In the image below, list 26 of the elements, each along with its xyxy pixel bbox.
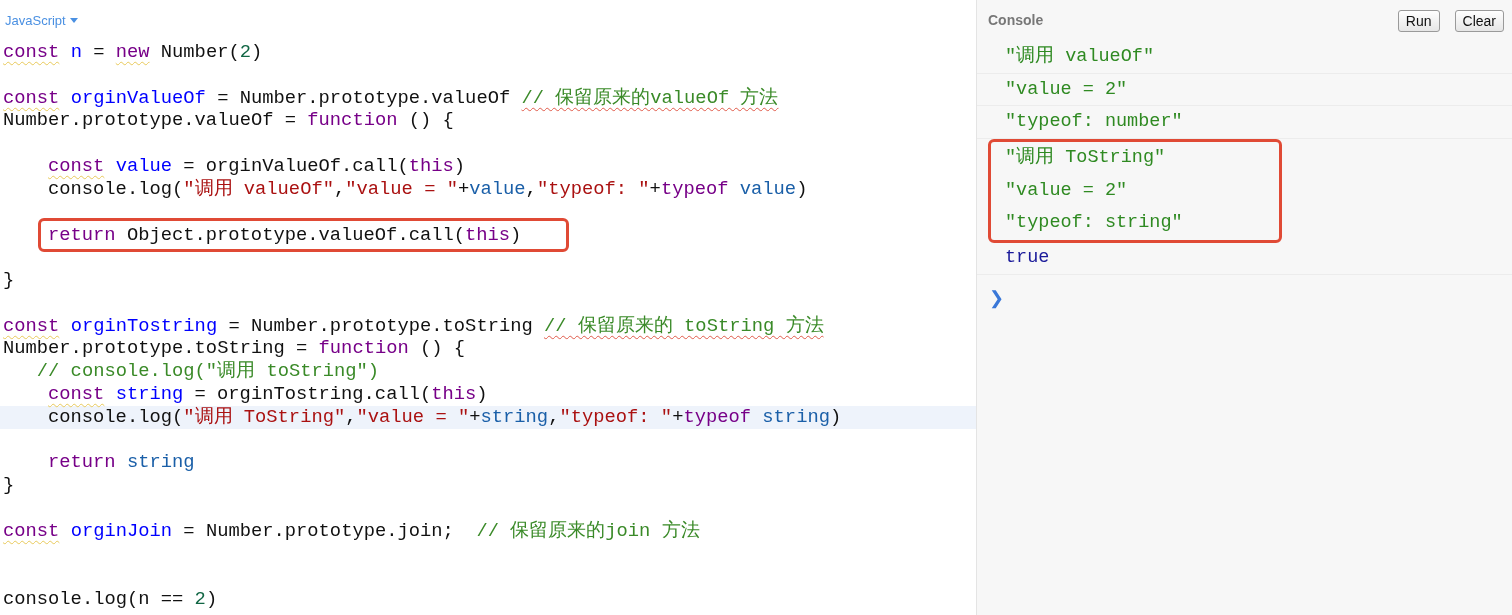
code-line: } — [2, 269, 16, 292]
console-button[interactable]: Clear — [1454, 9, 1504, 32]
code-line: // console.log("调用 toString") — [35, 360, 381, 383]
code-line: const n = new Number(2) — [2, 41, 264, 64]
code-line: console.log(n == 2) — [2, 588, 219, 611]
prompt-icon: ❯ — [989, 288, 1004, 309]
caret-icon — [69, 18, 78, 23]
code-line: } — [2, 474, 16, 497]
console-output: "typeof: number" — [1004, 110, 1183, 135]
console-title: Console — [988, 11, 1044, 30]
code-line: const orginValueOf = Number.prototype.valueOf // 保留原来的valueOf 方法 — [2, 86, 780, 110]
console-output: "value = 2" — [1004, 77, 1128, 102]
console-output: "value = 2" — [1004, 178, 1128, 203]
code-line: const value = orginValueOf.call(this) — [47, 155, 467, 178]
console-output: true — [1004, 246, 1050, 271]
console-output: "调用 ToString" — [1004, 146, 1166, 171]
code-line: console.log("调用 valueOf","value = "+value,"typeof: "+typeof value) — [47, 177, 809, 201]
console-output: "调用 valueOf" — [1004, 44, 1155, 69]
code-line: const string = orginTostring.call(this) — [47, 382, 489, 406]
code-line: return string — [47, 451, 196, 475]
code-line: const orginJoin = Number.prototype.join; // 保留原来的join 方法 — [2, 519, 701, 543]
code-line: const orginTostring = Number.prototype.toString // 保留原来的 toString 方法 — [2, 314, 825, 338]
console-button[interactable]: Run — [1397, 9, 1440, 32]
console-output: "typeof: string" — [1004, 211, 1183, 236]
code-line: Number.prototype.valueOf = function () { — [2, 109, 455, 133]
code-line: Number.prototype.toString = function () { — [2, 337, 467, 361]
